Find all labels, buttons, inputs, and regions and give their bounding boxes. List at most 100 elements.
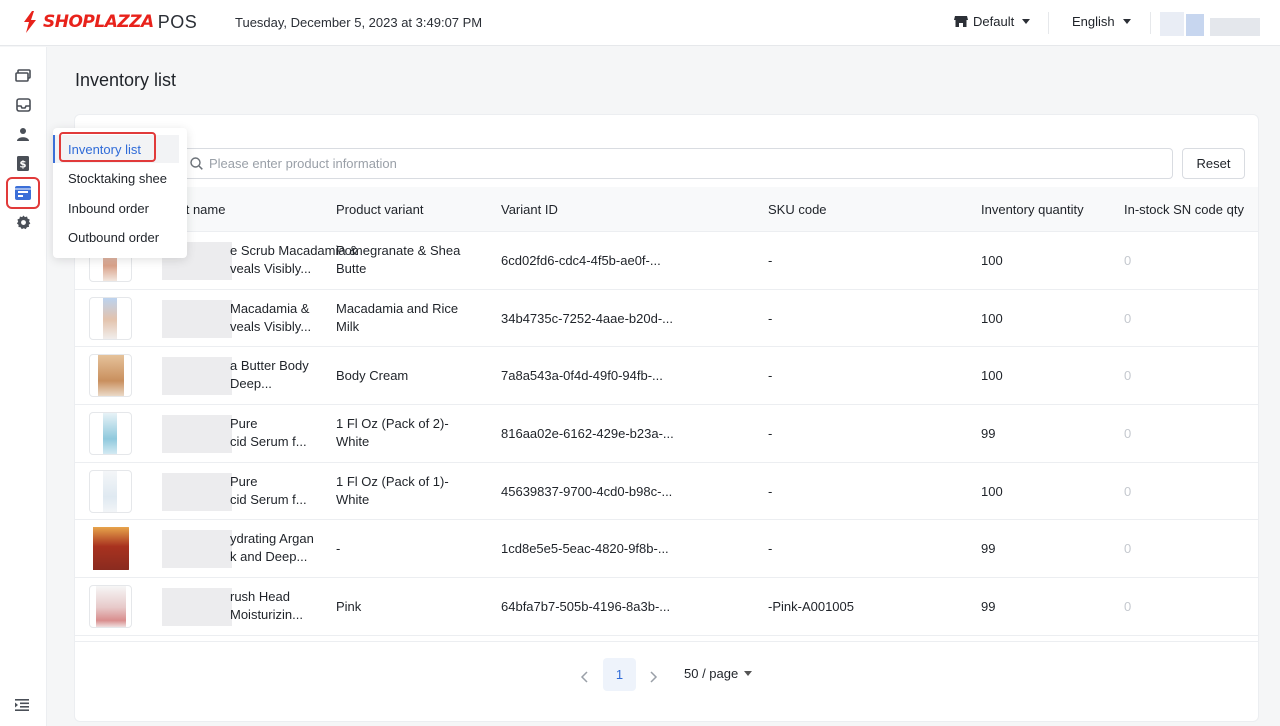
chevron-down-icon bbox=[1122, 19, 1131, 24]
submenu-item-outbound-order[interactable]: Outbound order bbox=[68, 230, 159, 245]
store-selector[interactable]: Default bbox=[954, 14, 1031, 29]
product-thumbnail bbox=[89, 527, 132, 571]
orders-icon[interactable] bbox=[14, 67, 32, 85]
chevron-right-icon[interactable] bbox=[646, 670, 660, 684]
column-header-sn-code-qty[interactable]: In-stock SN code qty bbox=[1124, 202, 1244, 217]
dollar-icon[interactable]: $ bbox=[14, 154, 32, 172]
inbox-icon[interactable] bbox=[14, 96, 32, 114]
language-selector[interactable]: English bbox=[1072, 14, 1131, 29]
pagination: 1 50 / page bbox=[75, 641, 1258, 721]
svg-text:$: $ bbox=[20, 159, 27, 170]
user-avatar[interactable] bbox=[1160, 8, 1260, 38]
username-blur bbox=[1210, 18, 1260, 36]
product-name: rush Head Moisturizin... bbox=[230, 589, 303, 623]
variant-id: 34b4735c-7252-4aae-b20d-... bbox=[501, 310, 674, 326]
store-icon bbox=[954, 16, 968, 27]
inventory-table: uct name Product variant Variant ID SKU … bbox=[75, 187, 1258, 636]
page-size-label: 50 / page bbox=[684, 666, 739, 681]
inventory-quantity: 100 bbox=[981, 253, 1003, 268]
product-name: POS bbox=[157, 11, 198, 32]
product-thumbnail bbox=[89, 296, 132, 340]
table-row[interactable]: Macadamia & veals Visibly... Macadamia an… bbox=[75, 290, 1258, 348]
product-name-blur bbox=[162, 588, 232, 627]
chevron-down-icon bbox=[1022, 19, 1031, 24]
product-variant: Macadamia and Rice Milk bbox=[336, 300, 459, 334]
collapse-sidebar-icon[interactable] bbox=[15, 699, 29, 714]
top-bar: SHOPLAZZA POS Tuesday, December 5, 2023 … bbox=[0, 0, 1280, 46]
reset-button[interactable]: Reset bbox=[1182, 148, 1245, 179]
variant-id: 6cd02fd6-cdc4-4f5b-ae0f-... bbox=[501, 253, 661, 268]
sn-code-qty: 0 bbox=[1124, 253, 1132, 268]
table-header: uct name Product variant Variant ID SKU … bbox=[75, 187, 1258, 232]
table-row[interactable]: e Scrub Macadamia & veals Visibly... Pome… bbox=[75, 232, 1258, 290]
product-thumbnail bbox=[89, 412, 132, 456]
store-label: Default bbox=[973, 14, 1015, 29]
brand-name: SHOPLAZZA bbox=[43, 12, 154, 32]
product-name-blur bbox=[162, 299, 232, 338]
product-variant: 1 Fl Oz (Pack of 1)- White bbox=[336, 473, 449, 507]
submenu-item-inventory-list[interactable]: Inventory list bbox=[68, 142, 141, 157]
product-thumbnail bbox=[89, 469, 132, 513]
inventory-quantity: 99 bbox=[981, 426, 996, 442]
sn-code-qty: 0 bbox=[1124, 310, 1132, 326]
product-variant: 1 Fl Oz (Pack of 2)- White bbox=[336, 416, 449, 450]
divider bbox=[1048, 12, 1049, 34]
variant-id: 816aa02e-6162-429e-b23a-... bbox=[501, 426, 674, 442]
sku-code: - bbox=[768, 310, 773, 326]
product-name-blur bbox=[162, 357, 232, 396]
inventory-icon[interactable] bbox=[14, 184, 32, 202]
column-header-sku-code[interactable]: SKU code bbox=[768, 202, 827, 217]
search-icon bbox=[190, 157, 203, 170]
inventory-quantity: 99 bbox=[981, 541, 996, 557]
sku-code: - bbox=[768, 483, 773, 499]
product-variant: - bbox=[336, 541, 341, 557]
search-input[interactable] bbox=[209, 156, 1109, 171]
inventory-card: Reset uct name Product variant Variant I… bbox=[74, 114, 1259, 722]
product-name-blur bbox=[162, 530, 232, 569]
sn-code-qty: 0 bbox=[1124, 368, 1132, 384]
page-number-current[interactable]: 1 bbox=[603, 658, 636, 691]
product-name-blur bbox=[162, 472, 232, 511]
chevron-left-icon[interactable] bbox=[578, 670, 592, 684]
product-variant: Pink bbox=[336, 599, 362, 615]
column-header-product-variant[interactable]: Product variant bbox=[336, 202, 423, 217]
variant-id: 7a8a543a-0f4d-49f0-94fb-... bbox=[501, 368, 663, 384]
language-label: English bbox=[1072, 14, 1115, 29]
page-title: Inventory list bbox=[75, 70, 177, 90]
product-thumbnail bbox=[89, 354, 132, 398]
inventory-submenu: Inventory list Stocktaking shee Inbound … bbox=[53, 128, 187, 258]
divider bbox=[1150, 12, 1151, 34]
inventory-quantity: 100 bbox=[981, 483, 1003, 499]
inventory-quantity: 99 bbox=[981, 599, 996, 615]
sku-code: - bbox=[768, 541, 773, 557]
table-row[interactable]: ydrating Argan k and Deep... - 1cd8e5e5-5… bbox=[75, 520, 1258, 579]
inventory-quantity: 100 bbox=[981, 368, 1003, 384]
column-header-variant-id[interactable]: Variant ID bbox=[501, 202, 558, 217]
sku-code: - bbox=[768, 368, 773, 384]
current-datetime: Tuesday, December 5, 2023 at 3:49:07 PM bbox=[235, 15, 483, 30]
sn-code-qty: 0 bbox=[1124, 599, 1132, 615]
table-row[interactable]: a Butter Body Deep... Body Cream 7a8a543a… bbox=[75, 347, 1258, 406]
user-icon[interactable] bbox=[14, 125, 32, 143]
gear-icon[interactable] bbox=[14, 213, 32, 231]
sku-code: - bbox=[768, 426, 773, 442]
page-size-selector[interactable]: 50 / page bbox=[684, 666, 753, 681]
avatar-blur bbox=[1160, 12, 1184, 36]
table-row[interactable]: Pure cid Serum f... 1 Fl Oz (Pack of 2)- W… bbox=[75, 405, 1258, 463]
table-row[interactable]: rush Head Moisturizin... Pink 64bfa7b7-50… bbox=[75, 578, 1258, 636]
product-variant: Pomegranate & Shea Butte bbox=[336, 243, 461, 276]
variant-id: 1cd8e5e5-5eac-4820-9f8b-... bbox=[501, 541, 669, 557]
column-header-inventory-quantity[interactable]: Inventory quantity bbox=[981, 202, 1084, 217]
submenu-item-stocktaking-sheet[interactable]: Stocktaking shee bbox=[68, 171, 167, 186]
variant-id: 45639837-9700-4cd0-b98c-... bbox=[501, 483, 673, 499]
table-row[interactable]: Pure cid Serum f... 1 Fl Oz (Pack of 1)- W… bbox=[75, 463, 1258, 521]
variant-id: 64bfa7b7-505b-4196-8a3b-... bbox=[501, 599, 671, 615]
search-box[interactable] bbox=[177, 148, 1173, 179]
sidebar: $ bbox=[0, 47, 47, 726]
inventory-quantity: 100 bbox=[981, 310, 1003, 326]
sku-code: - bbox=[768, 253, 773, 268]
submenu-item-inbound-order[interactable]: Inbound order bbox=[68, 201, 149, 216]
chevron-down-icon bbox=[744, 671, 753, 676]
avatar-blur bbox=[1186, 14, 1204, 36]
product-thumbnail bbox=[89, 585, 132, 629]
